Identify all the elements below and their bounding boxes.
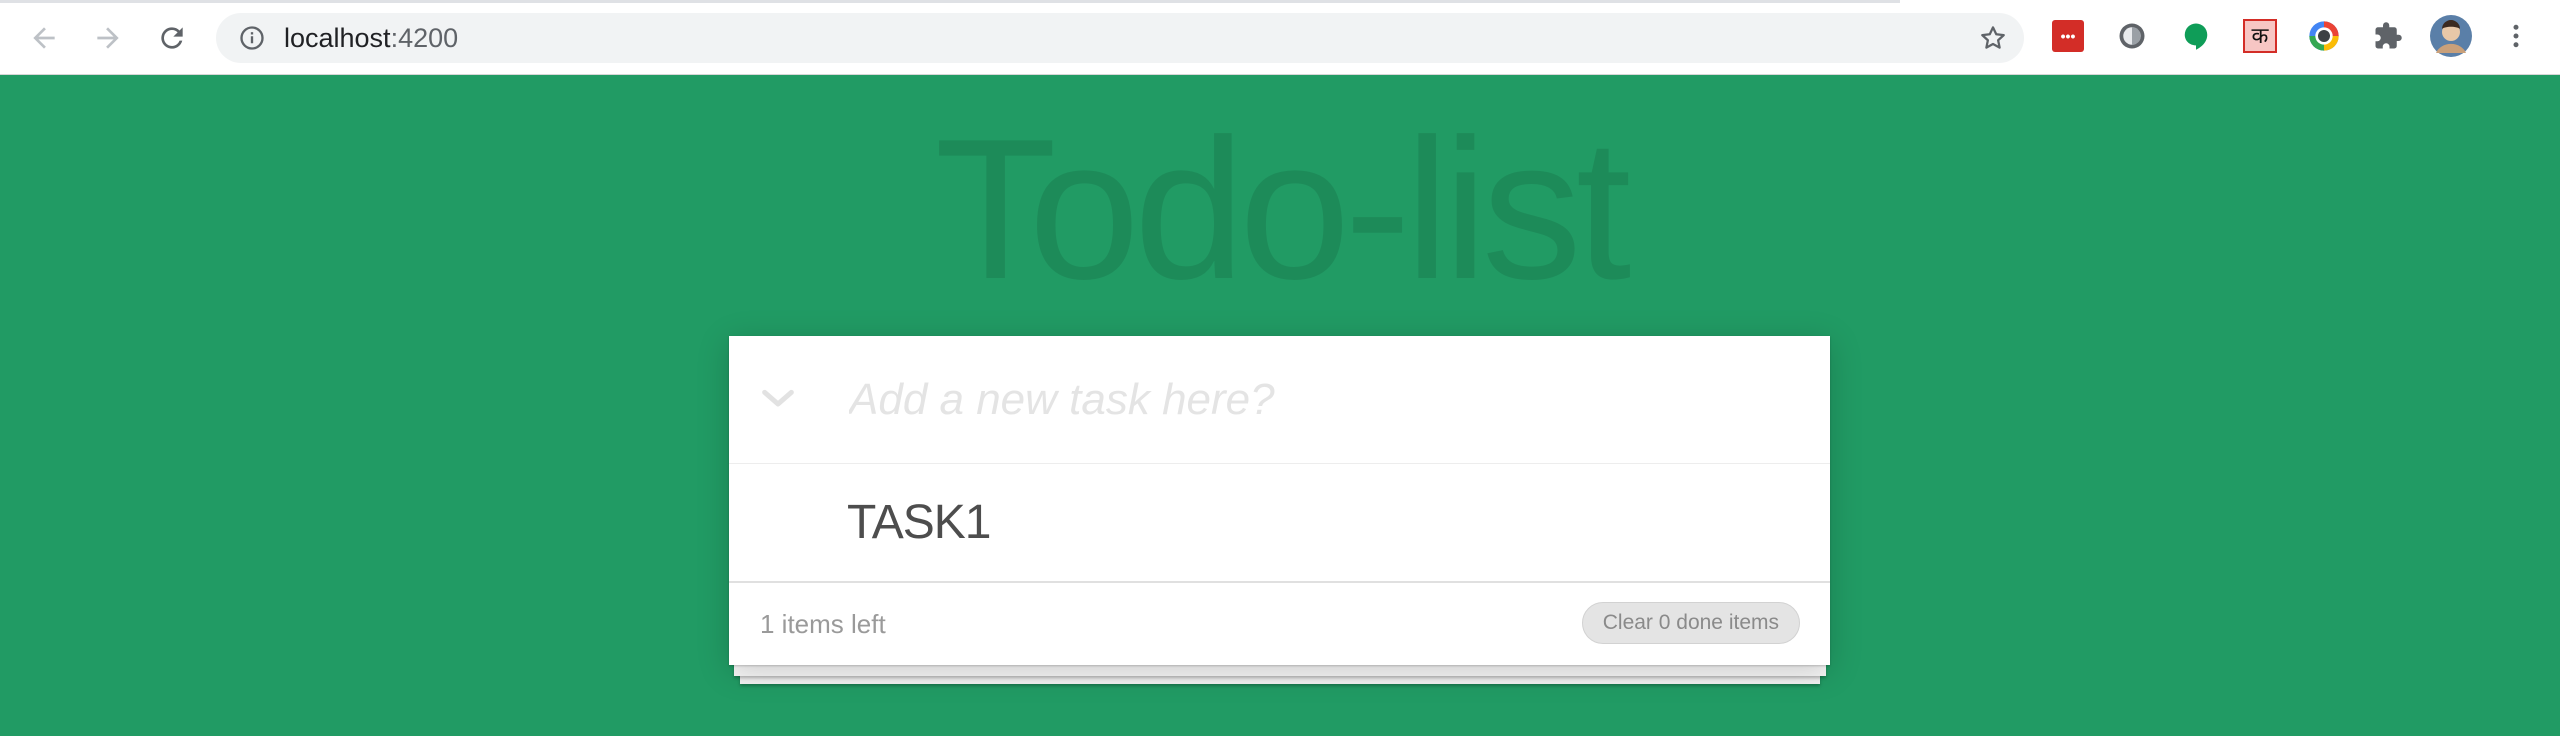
- color-wheel-icon: [2309, 21, 2339, 51]
- toggle-all-button[interactable]: [753, 374, 803, 424]
- forward-arrow-icon: [97, 27, 119, 49]
- chevron-down-icon: [762, 389, 794, 407]
- reload-icon: [161, 27, 183, 49]
- hangouts-extension-icon[interactable]: [2178, 18, 2214, 54]
- puzzle-extensions-icon[interactable]: [2370, 18, 2406, 54]
- new-task-row: [729, 336, 1830, 464]
- kebab-menu-icon: [2513, 24, 2519, 48]
- avatar-image: [2430, 15, 2472, 57]
- address-bar[interactable]: localhost:4200: [216, 13, 2024, 63]
- hindi-ka-glyph: क: [2243, 19, 2277, 53]
- hindi-ka-extension-icon[interactable]: क: [2242, 18, 2278, 54]
- url-host: localhost: [284, 23, 391, 53]
- bookmark-star-icon[interactable]: [1978, 23, 2008, 53]
- url-text[interactable]: localhost:4200: [284, 13, 458, 63]
- items-left-count: 1 items left: [760, 609, 886, 639]
- browser-toolbar: localhost:4200 ••• क: [0, 0, 2560, 75]
- task-label[interactable]: TASK1: [847, 464, 991, 581]
- lastpass-glyph: •••: [2052, 20, 2084, 52]
- chat-bubble-icon: [2184, 23, 2208, 50]
- back-arrow-icon: [33, 27, 55, 49]
- reload-button[interactable]: [152, 18, 192, 58]
- todo-footer: 1 items left Clear 0 done items: [729, 583, 1830, 665]
- lastpass-extension-icon[interactable]: •••: [2050, 18, 2086, 54]
- info-icon[interactable]: [238, 24, 266, 52]
- url-port: :4200: [390, 23, 459, 53]
- clear-done-button[interactable]: Clear 0 done items: [1581, 602, 1800, 644]
- page-load-progress: [0, 0, 1900, 3]
- profile-avatar[interactable]: [2430, 15, 2472, 57]
- new-task-input[interactable]: [847, 361, 1791, 439]
- browser-menu-button[interactable]: [2498, 18, 2534, 54]
- circle-glyph-icon: [2119, 23, 2145, 49]
- task-item[interactable]: TASK1: [729, 464, 1830, 583]
- todo-card: TASK1 1 items left Clear 0 done items: [729, 336, 1830, 665]
- color-picker-extension-icon[interactable]: [2306, 18, 2342, 54]
- back-button[interactable]: [24, 18, 64, 58]
- app-title: Todo-list: [934, 98, 1632, 321]
- circle-extension-icon[interactable]: [2114, 18, 2150, 54]
- forward-button[interactable]: [88, 18, 128, 58]
- puzzle-glyph-icon: [2375, 22, 2402, 49]
